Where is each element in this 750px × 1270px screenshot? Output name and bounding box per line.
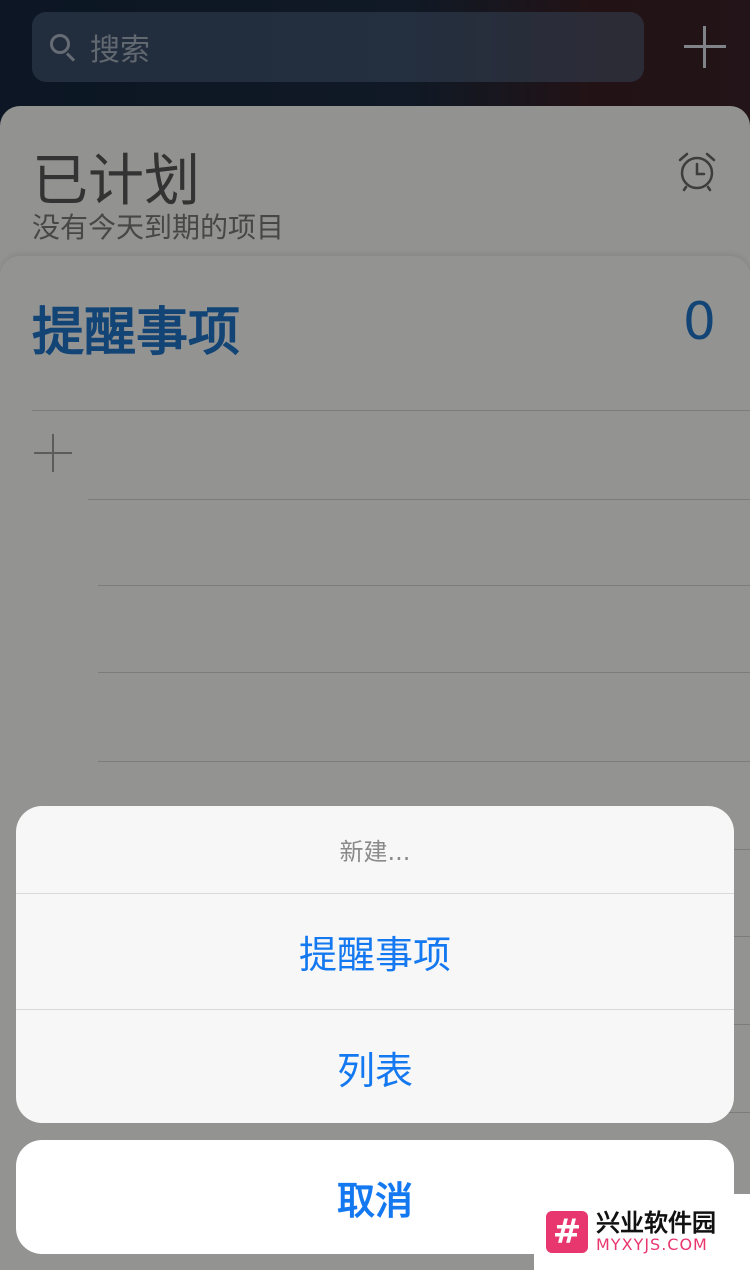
action-sheet-header: 新建... (16, 806, 734, 894)
action-sheet: 新建... 提醒事项 列表 (16, 806, 734, 1123)
watermark-url: MYXYJS.COM (596, 1235, 708, 1255)
watermark-title: 兴业软件园 (596, 1209, 716, 1237)
new-list-option[interactable]: 列表 (16, 1009, 734, 1123)
watermark-logo: # (546, 1211, 588, 1253)
watermark: # 兴业软件园 MYXYJS.COM (534, 1194, 750, 1270)
new-reminder-option[interactable]: 提醒事项 (16, 894, 734, 1009)
